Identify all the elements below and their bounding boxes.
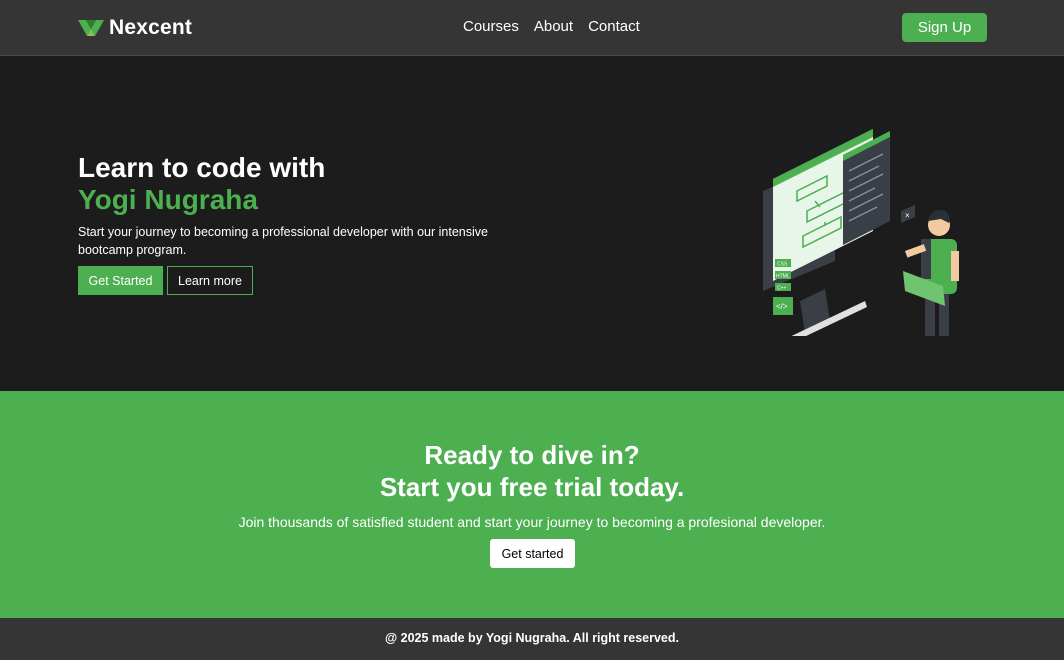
- cta-title-line2: Start you free trial today.: [379, 472, 685, 502]
- nav-link-courses[interactable]: Courses: [463, 18, 519, 35]
- footer-copyright: @ 2025 made by Yogi Nugraha. All right r…: [384, 631, 679, 645]
- get-started-button[interactable]: Get Started: [78, 266, 163, 295]
- hero-section: Learn to code with Yogi Nugraha Start yo…: [0, 56, 1064, 391]
- svg-text:C++: C++: [777, 286, 787, 292]
- brand-link[interactable]: Nexcent: [78, 15, 192, 41]
- nav-link-about[interactable]: About: [534, 18, 573, 35]
- learn-more-button[interactable]: Learn more: [167, 266, 253, 295]
- svg-text:</>: </>: [776, 302, 788, 311]
- hero-description: Start your journey to becoming a profess…: [78, 225, 488, 257]
- cta-title: Ready to dive in? Start you free trial t…: [0, 439, 1064, 503]
- cta-description: Join thousands of satisfied student and …: [238, 514, 826, 530]
- nav-link-contact[interactable]: Contact: [588, 18, 640, 35]
- cta-get-started-button[interactable]: Get started: [490, 539, 575, 568]
- footer: @ 2025 made by Yogi Nugraha. All right r…: [0, 618, 1064, 660]
- nexcent-logo-icon: [78, 20, 104, 36]
- svg-text:×: ×: [905, 211, 910, 220]
- developer-coding-illustration: CSS HTML C++ </> ×: [763, 129, 959, 336]
- developer-figure: [903, 210, 959, 336]
- cta-title-line1: Ready to dive in?: [424, 440, 640, 470]
- hero-title-line1: Learn to code with: [78, 152, 326, 183]
- svg-text:HTML: HTML: [776, 274, 790, 280]
- signup-button[interactable]: Sign Up: [902, 13, 987, 42]
- brand-name: Nexcent: [109, 16, 193, 39]
- svg-text:CSS: CSS: [777, 262, 788, 268]
- main-nav: Courses About Contact: [463, 18, 655, 35]
- cta-section: Ready to dive in? Start you free trial t…: [0, 391, 1064, 618]
- hero-title: Learn to code with Yogi Nugraha: [78, 152, 325, 216]
- hero-title-name: Yogi Nugraha: [78, 184, 258, 215]
- navbar: Nexcent Courses About Contact Sign Up: [0, 0, 1064, 56]
